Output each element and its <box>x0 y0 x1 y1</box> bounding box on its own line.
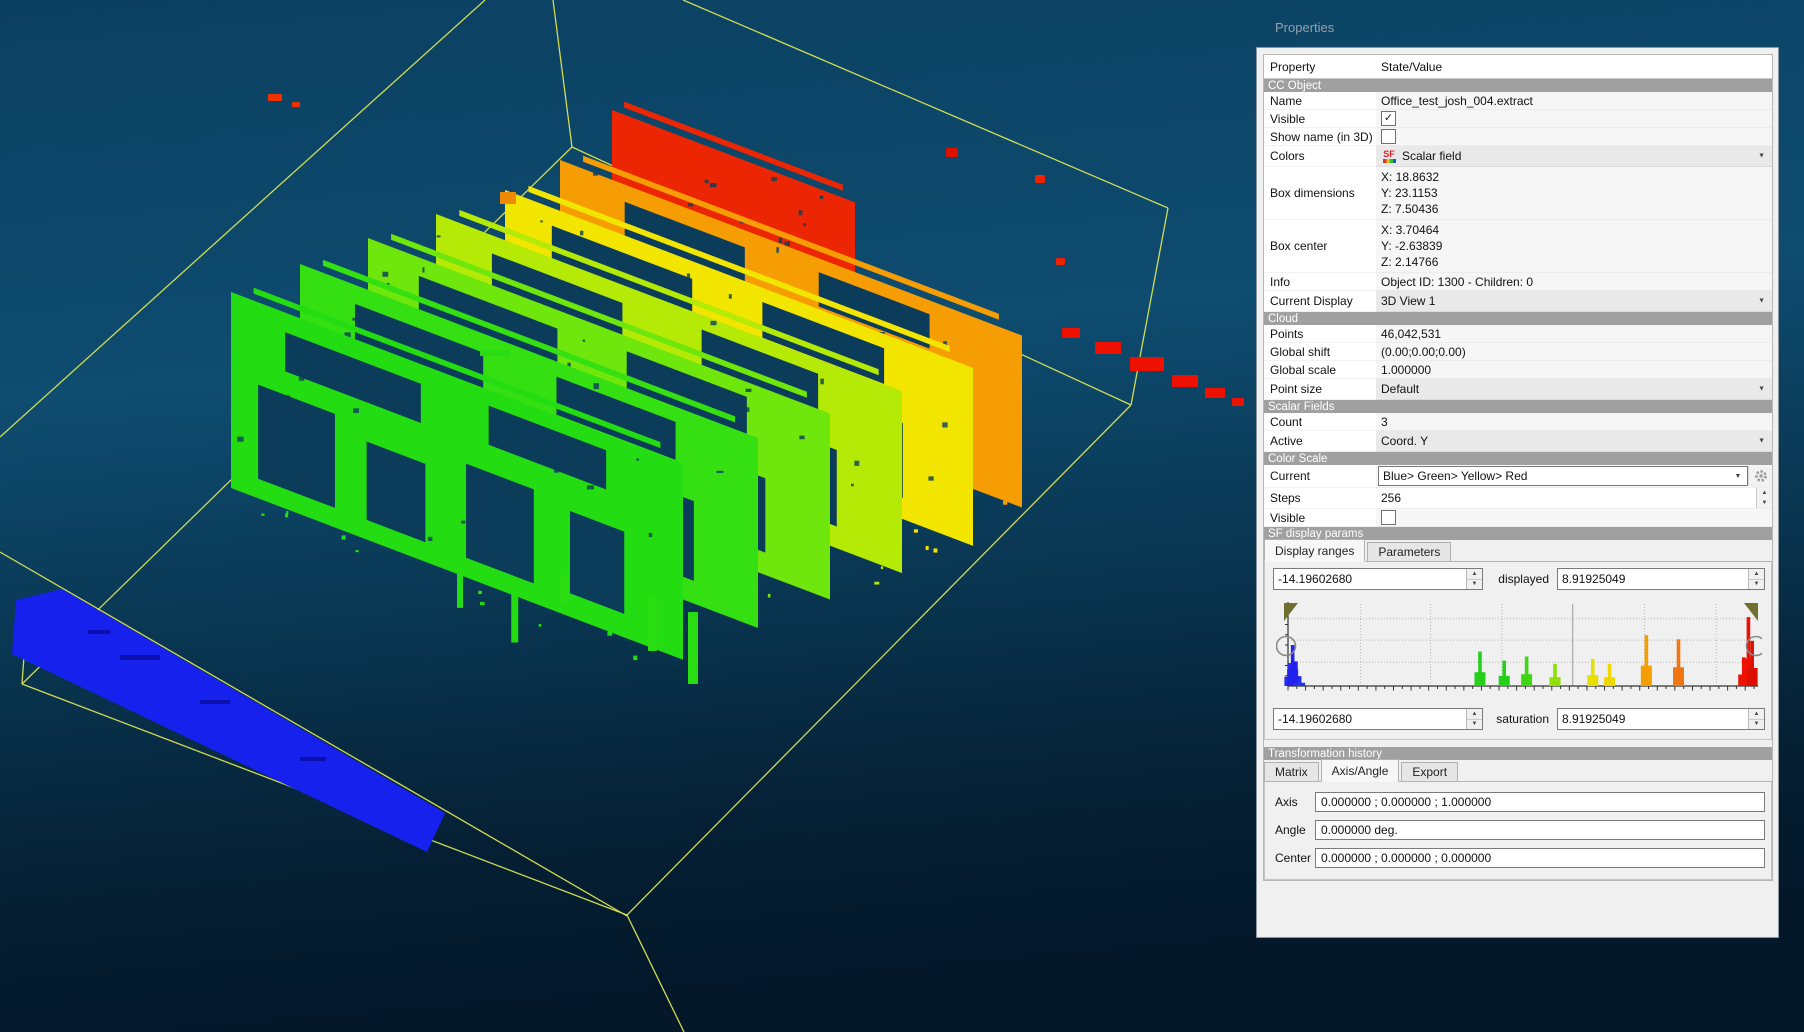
row-color-scale-visible: Visible <box>1264 509 1772 527</box>
points-value: 46,042,531 <box>1376 325 1772 343</box>
spin-down-icon[interactable]: ▼ <box>1757 498 1772 508</box>
tab-axis-angle[interactable]: Axis/Angle <box>1321 759 1400 782</box>
displayed-max-spinbox[interactable]: 8.91925049 ▲ ▼ <box>1557 568 1765 590</box>
tab-display-ranges[interactable]: Display ranges <box>1264 539 1365 562</box>
center-input[interactable]: 0.000000 ; 0.000000 ; 0.000000 <box>1315 848 1765 868</box>
boxcenter-z: Z: 2.14766 <box>1381 254 1438 270</box>
spin-up-icon[interactable]: ▲ <box>1467 569 1482 580</box>
spin-down-icon[interactable]: ▼ <box>1467 720 1482 730</box>
angle-label: Angle <box>1275 820 1306 840</box>
row-colors: Colors SF Scalar field ▼ <box>1264 146 1772 167</box>
tab-matrix[interactable]: Matrix <box>1264 762 1319 781</box>
properties-panel: Property State/Value CC Object Name Offi… <box>1256 47 1779 938</box>
row-steps: Steps 256 ▲ ▼ <box>1264 488 1772 509</box>
row-color-scale-current: Current Blue> Green> Yellow> Red ▼ <box>1264 465 1772 488</box>
row-global-scale: Global scale 1.000000 <box>1264 361 1772 379</box>
axis-input[interactable]: 0.000000 ; 0.000000 ; 1.000000 <box>1315 792 1765 812</box>
spin-down-icon[interactable]: ▼ <box>1749 720 1764 730</box>
current-display-dropdown[interactable]: 3D View 1 ▼ <box>1376 291 1772 312</box>
spin-up-icon[interactable]: ▲ <box>1757 488 1772 498</box>
boxcenter-x: X: 3.70464 <box>1381 222 1439 238</box>
section-cloud: Cloud <box>1264 312 1772 325</box>
row-name: Name Office_test_josh_004.extract <box>1264 92 1772 110</box>
color-scale-visible-checkbox[interactable] <box>1381 510 1396 525</box>
displayed-label: displayed <box>1489 568 1549 590</box>
gear-icon <box>1754 469 1768 483</box>
row-count: Count 3 <box>1264 413 1772 431</box>
center-label: Center <box>1275 848 1311 868</box>
chevron-down-icon: ▼ <box>1758 298 1765 305</box>
boxdim-y: Y: 23.1153 <box>1381 185 1438 201</box>
row-visible: Visible ✓ <box>1264 110 1772 128</box>
row-global-shift: Global shift (0.00;0.00;0.00) <box>1264 343 1772 361</box>
count-value: 3 <box>1376 413 1772 431</box>
chevron-down-icon: ▼ <box>1758 153 1765 160</box>
row-box-center: Box center X: 3.70464 Y: -2.63839 Z: 2.1… <box>1264 220 1772 273</box>
spin-up-icon[interactable]: ▲ <box>1749 569 1764 580</box>
visible-checkbox[interactable]: ✓ <box>1381 111 1396 126</box>
scalar-field-icon: SF <box>1381 150 1397 163</box>
properties-table: Property State/Value CC Object Name Offi… <box>1263 54 1773 881</box>
tab-parameters[interactable]: Parameters <box>1367 542 1451 561</box>
show-name-checkbox[interactable] <box>1381 129 1396 144</box>
header-property: Property <box>1264 55 1376 78</box>
row-point-size: Point size Default ▼ <box>1264 379 1772 400</box>
sf-display-group: -14.19602680 ▲ ▼ displayed 8.91925049 ▲ … <box>1264 562 1772 740</box>
properties-dock-title: Properties <box>1275 20 1334 35</box>
colors-dropdown[interactable]: SF Scalar field ▼ <box>1376 146 1772 167</box>
section-color-scale: Color Scale <box>1264 452 1772 465</box>
boxdim-z: Z: 7.50436 <box>1381 201 1438 217</box>
global-scale-value: 1.000000 <box>1376 361 1772 379</box>
steps-spinbox[interactable]: 256 ▲ ▼ <box>1376 488 1772 509</box>
row-show-name: Show name (in 3D) <box>1264 128 1772 146</box>
color-scale-dropdown[interactable]: Blue> Green> Yellow> Red ▼ <box>1378 466 1748 486</box>
global-shift-value: (0.00;0.00;0.00) <box>1376 343 1772 361</box>
saturation-min-spinbox[interactable]: -14.19602680 ▲ ▼ <box>1273 708 1483 730</box>
row-active-sf: Active Coord. Y ▼ <box>1264 431 1772 452</box>
axis-label: Axis <box>1275 792 1298 812</box>
boxdim-x: X: 18.8632 <box>1381 169 1439 185</box>
row-points: Points 46,042,531 <box>1264 325 1772 343</box>
chevron-down-icon: ▼ <box>1729 467 1747 485</box>
row-box-dimensions: Box dimensions X: 18.8632 Y: 23.1153 Z: … <box>1264 167 1772 220</box>
header-state-value: State/Value <box>1376 55 1772 78</box>
table-header: Property State/Value <box>1264 55 1772 79</box>
chevron-down-icon: ▼ <box>1758 438 1765 445</box>
name-value: Office_test_josh_004.extract <box>1376 92 1772 110</box>
sf-histogram[interactable] <box>1276 598 1762 704</box>
spin-down-icon[interactable]: ▼ <box>1749 580 1764 590</box>
spin-up-icon[interactable]: ▲ <box>1749 709 1764 720</box>
transformation-tabs: Matrix Axis/Angle Export <box>1264 760 1772 782</box>
section-cc-object: CC Object <box>1264 79 1772 92</box>
info-value: Object ID: 1300 - Children: 0 <box>1376 273 1772 291</box>
section-scalar-fields: Scalar Fields <box>1264 400 1772 413</box>
spin-up-icon[interactable]: ▲ <box>1467 709 1482 720</box>
row-current-display: Current Display 3D View 1 ▼ <box>1264 291 1772 312</box>
saturation-max-spinbox[interactable]: 8.91925049 ▲ ▼ <box>1557 708 1765 730</box>
tab-export[interactable]: Export <box>1401 762 1458 781</box>
axis-angle-group: Axis 0.000000 ; 0.000000 ; 1.000000 Angl… <box>1264 782 1772 880</box>
active-sf-dropdown[interactable]: Coord. Y ▼ <box>1376 431 1772 452</box>
spin-down-icon[interactable]: ▼ <box>1467 580 1482 590</box>
displayed-min-spinbox[interactable]: -14.19602680 ▲ ▼ <box>1273 568 1483 590</box>
boxcenter-y: Y: -2.63839 <box>1381 238 1442 254</box>
saturation-label: saturation <box>1489 708 1549 730</box>
chevron-down-icon: ▼ <box>1758 386 1765 393</box>
sf-display-tabs: Display ranges Parameters <box>1264 540 1772 562</box>
point-size-dropdown[interactable]: Default ▼ <box>1376 379 1772 400</box>
row-info: Info Object ID: 1300 - Children: 0 <box>1264 273 1772 291</box>
color-scale-editor-button[interactable] <box>1748 466 1772 486</box>
angle-input[interactable]: 0.000000 deg. <box>1315 820 1765 840</box>
